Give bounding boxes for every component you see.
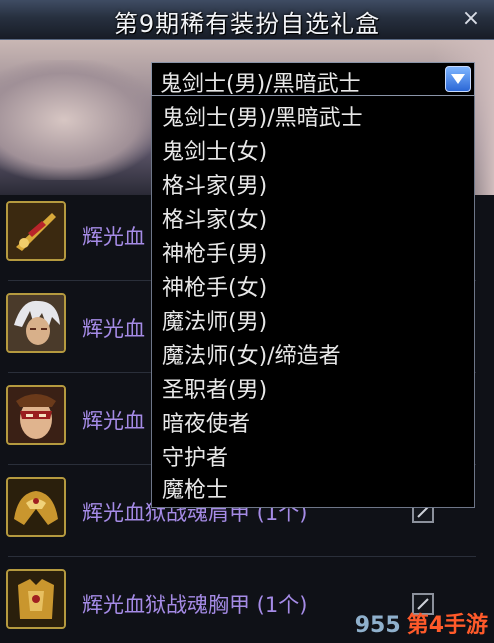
- class-dropdown-list: 鬼剑士(男)/黑暗武士 鬼剑士(女) 格斗家(男) 格斗家(女) 神枪手(男) …: [151, 96, 475, 508]
- golden-chest-armor-icon: [6, 569, 66, 629]
- watermark-number: 955: [354, 613, 401, 638]
- masked-face-portrait-icon: [6, 385, 66, 445]
- dropdown-option[interactable]: 神枪手(男): [162, 238, 267, 272]
- close-icon: ×: [461, 6, 481, 31]
- dropdown-option[interactable]: 格斗家(女): [162, 204, 267, 238]
- dropdown-option[interactable]: 格斗家(男): [162, 170, 267, 204]
- dropdown-option[interactable]: 魔枪士: [162, 474, 228, 508]
- site-watermark: 955 第4手游: [355, 607, 488, 639]
- dropdown-toggle-button[interactable]: [445, 66, 471, 92]
- gift-box-window: 第9期稀有装扮自选礼盒 × 辉光血 辉光血 辉光血 辉光血狱战魂肩甲 (1个) …: [0, 0, 494, 643]
- dropdown-option[interactable]: 神枪手(女): [162, 272, 267, 306]
- ornate-weapon-icon: [6, 201, 66, 261]
- dropdown-option[interactable]: 圣职者(男): [162, 374, 267, 408]
- dropdown-option[interactable]: 守护者: [162, 442, 228, 476]
- watermark-text: 第4手游: [406, 613, 488, 638]
- dropdown-option[interactable]: 魔法师(男): [162, 306, 267, 340]
- golden-shoulder-armor-icon: [6, 477, 66, 537]
- item-name: 辉光血狱战魂胸甲 (1个): [82, 593, 308, 617]
- dropdown-option[interactable]: 暗夜使者: [162, 408, 250, 442]
- selected-class: 鬼剑士(男)/黑暗武士: [160, 72, 361, 97]
- divider: [8, 556, 476, 557]
- white-hair-portrait-icon: [6, 293, 66, 353]
- title-bar: 第9期稀有装扮自选礼盒 ×: [0, 0, 494, 40]
- window-title: 第9期稀有装扮自选礼盒: [113, 10, 381, 38]
- dropdown-option[interactable]: 鬼剑士(女): [162, 136, 267, 170]
- dropdown-option[interactable]: 魔法师(女)/缔造者: [162, 340, 341, 374]
- dropdown-option[interactable]: 鬼剑士(男)/黑暗武士: [162, 102, 363, 136]
- chevron-down-icon: [451, 74, 465, 84]
- class-select[interactable]: 鬼剑士(男)/黑暗武士: [151, 62, 475, 97]
- item-name: 辉光血: [82, 409, 145, 433]
- item-name: 辉光血: [82, 225, 145, 249]
- item-name: 辉光血: [82, 317, 145, 341]
- close-button[interactable]: ×: [460, 8, 482, 30]
